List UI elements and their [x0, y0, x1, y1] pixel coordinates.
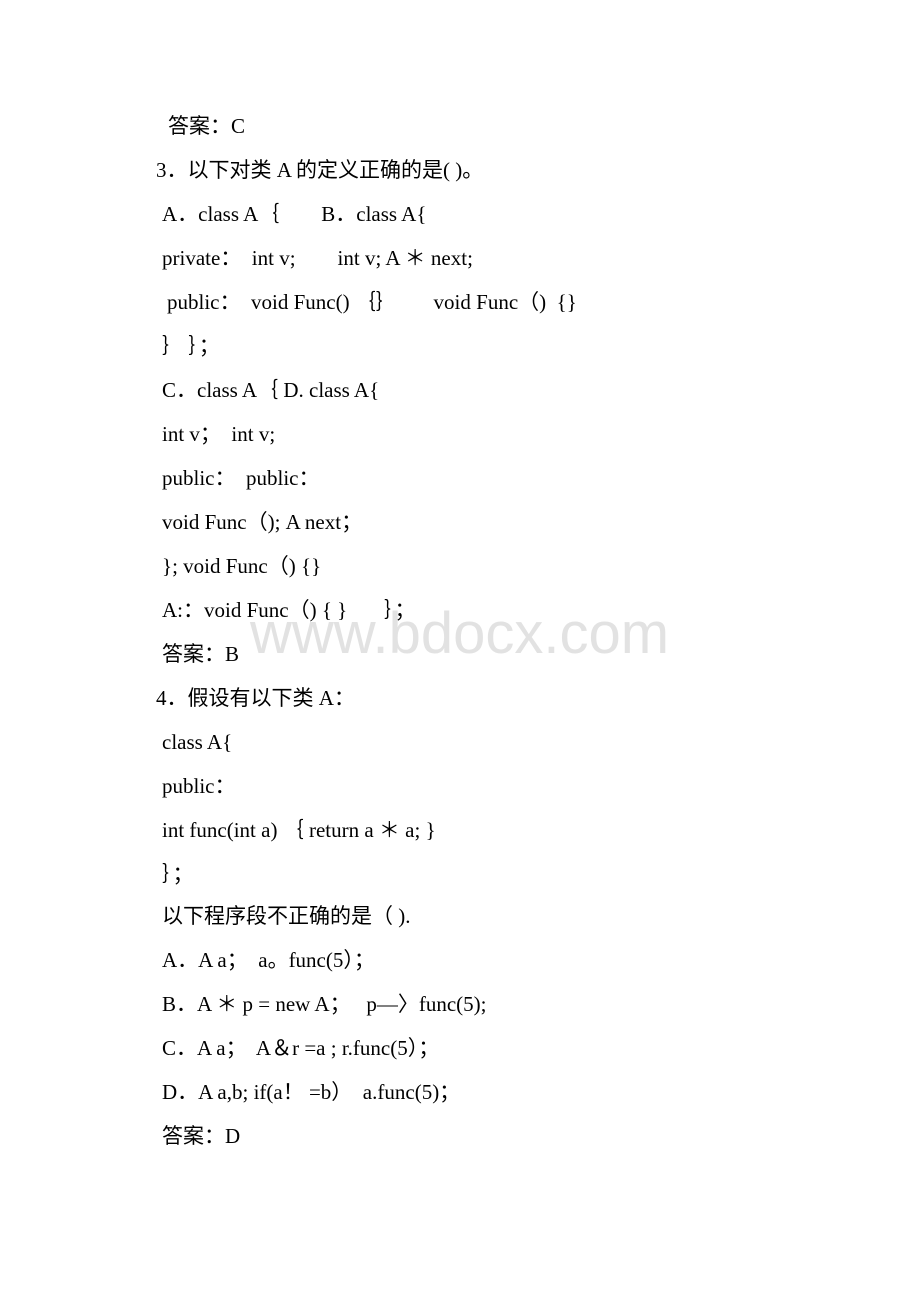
q4-option-c: C．A a； A＆r =a ; r.func(5）； [162, 1036, 440, 1060]
q3-options-ab-line-4: ｝ ｝； [162, 334, 220, 358]
q3-options-ab-line-3: public： void Func() ｛｝ void Func（) {} [167, 290, 577, 314]
question-3-title: 3．以下对类 A 的定义正确的是( )。 [156, 158, 484, 182]
q4-prompt: 以下程序段不正确的是（ ). [162, 904, 411, 928]
q3-options-cd-line-6: A:：void Func（) { } ｝； [162, 598, 416, 622]
q4-option-b: B．A ＊ p = new A； p—〉func(5); [162, 992, 487, 1016]
q4-code-line-1: class A{ [162, 730, 233, 754]
answer-q2: 答案：C [168, 114, 246, 138]
q3-options-cd-line-5: }; void Func（) {} [162, 554, 322, 578]
q3-options-cd-line-2: int v； int v; [162, 422, 276, 446]
q4-code-line-3: int func(int a) ｛ return a ＊ a; } [162, 818, 436, 842]
q3-options-cd-line-1: C．class A｛ D. class A{ [162, 378, 380, 402]
answer-q3: 答案：B [162, 642, 240, 666]
q3-options-cd-line-3: public： public： [162, 466, 320, 490]
q4-option-a: A．A a； a。func(5）； [162, 948, 375, 972]
q4-code-line-4: ｝； [162, 862, 194, 886]
question-4-title: 4．假设有以下类 A： [156, 686, 355, 710]
document-page: www.bdocx.com 答案：C 3．以下对类 A 的定义正确的是( )。 … [0, 0, 920, 1302]
q4-code-line-2: public： [162, 774, 236, 798]
q3-options-ab-line-2: private： int v; int v; A ＊ next; [162, 246, 473, 270]
q3-options-cd-line-4: void Func（); A next； [162, 510, 363, 534]
q3-options-ab-line-1: A．class A｛ B．class A{ [162, 202, 427, 226]
answer-q4: 答案：D [162, 1124, 241, 1148]
q4-option-d: D．A a,b; if(a！ =b） a.func(5)； [162, 1080, 461, 1104]
